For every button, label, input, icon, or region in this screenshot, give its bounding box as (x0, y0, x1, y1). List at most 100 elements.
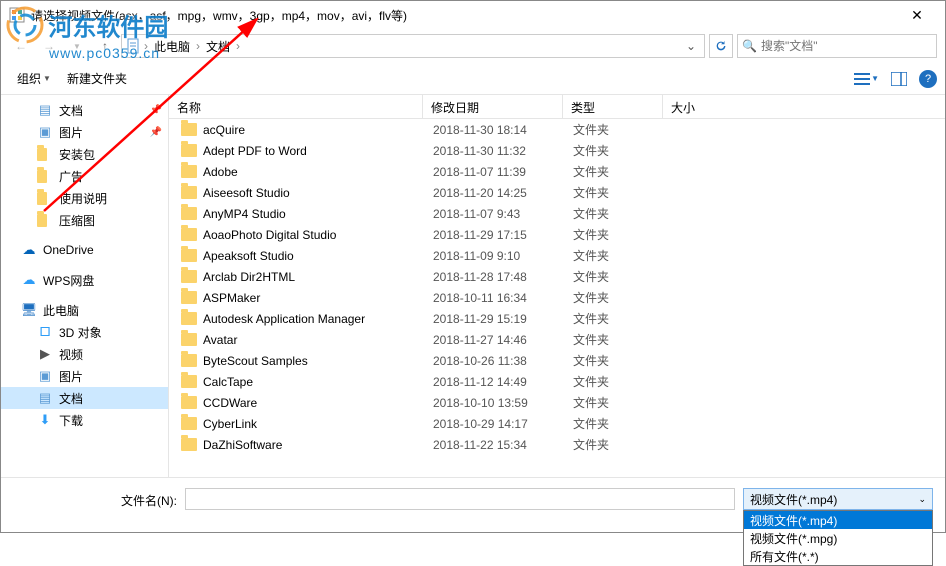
file-name: Adept PDF to Word (203, 144, 433, 158)
sidebar-item-pics[interactable]: ▣图片📌 (1, 121, 168, 143)
sidebar-item-video[interactable]: ▶视频 (1, 343, 168, 365)
filetype-option[interactable]: 视频文件(*.mpg) (744, 529, 932, 547)
file-date: 2018-10-26 11:38 (433, 354, 573, 368)
filename-input[interactable] (185, 488, 735, 510)
close-button[interactable]: ✕ (897, 3, 937, 27)
cloud-icon: ☁ (21, 242, 37, 258)
col-header-size[interactable]: 大小 (663, 95, 945, 118)
nav-back-button[interactable]: ← (9, 34, 33, 58)
sidebar-item-onedrive[interactable]: ☁OneDrive (1, 239, 168, 261)
filetype-option[interactable]: 所有文件(*.*) (744, 547, 932, 565)
file-row[interactable]: Aiseesoft Studio2018-11-20 14:25文件夹 (169, 182, 945, 203)
file-name: Avatar (203, 333, 433, 347)
file-type: 文件夹 (573, 121, 673, 138)
nav-up-button[interactable]: ↑ (93, 34, 117, 58)
file-row[interactable]: AnyMP4 Studio2018-11-07 9:43文件夹 (169, 203, 945, 224)
file-date: 2018-11-27 14:46 (433, 333, 573, 347)
breadcrumb-dropdown[interactable]: ⌄ (682, 39, 700, 53)
file-row[interactable]: CCDWare2018-10-10 13:59文件夹 (169, 392, 945, 413)
file-type: 文件夹 (573, 163, 673, 180)
file-list[interactable]: acQuire2018-11-30 18:14文件夹Adept PDF to W… (169, 119, 945, 477)
nav-forward-button[interactable]: → (37, 34, 61, 58)
new-folder-button[interactable]: 新建文件夹 (59, 66, 135, 91)
file-row[interactable]: acQuire2018-11-30 18:14文件夹 (169, 119, 945, 140)
search-icon: 🔍 (742, 39, 757, 53)
nav-recent-button[interactable]: ▼ (65, 34, 89, 58)
file-row[interactable]: Adept PDF to Word2018-11-30 11:32文件夹 (169, 140, 945, 161)
file-row[interactable]: Adobe2018-11-07 11:39文件夹 (169, 161, 945, 182)
file-row[interactable]: Apeaksoft Studio2018-11-09 9:10文件夹 (169, 245, 945, 266)
chevron-right-icon: › (196, 39, 200, 53)
file-row[interactable]: DaZhiSoftware2018-11-22 15:34文件夹 (169, 434, 945, 455)
sidebar-item-pkg[interactable]: 安装包 (1, 143, 168, 165)
file-row[interactable]: CalcTape2018-11-12 14:49文件夹 (169, 371, 945, 392)
filetype-dropdown[interactable]: 视频文件(*.mp4) 视频文件(*.mpg) 所有文件(*.*) (743, 510, 933, 566)
file-type: 文件夹 (573, 394, 673, 411)
view-options-button[interactable]: ▼ (848, 68, 885, 90)
file-type: 文件夹 (573, 436, 673, 453)
search-box[interactable]: 🔍 (737, 34, 937, 58)
breadcrumb-docs[interactable]: 文档 (202, 38, 234, 55)
file-date: 2018-10-29 14:17 (433, 417, 573, 431)
sidebar-item-docs2[interactable]: ▤文档 (1, 387, 168, 409)
file-type: 文件夹 (573, 268, 673, 285)
file-name: Autodesk Application Manager (203, 312, 433, 326)
refresh-icon (714, 39, 728, 53)
folder-icon (181, 165, 197, 178)
file-name: acQuire (203, 123, 433, 137)
file-name: AoaoPhoto Digital Studio (203, 228, 433, 242)
cube-icon: 🞐 (37, 324, 53, 340)
chevron-right-icon: › (144, 39, 148, 53)
file-type: 文件夹 (573, 142, 673, 159)
col-header-name[interactable]: 名称 (169, 95, 423, 118)
main-area: ▤文档📌 ▣图片📌 安装包 广告 使用说明 压缩图 ☁OneDrive ☁WPS… (1, 95, 945, 477)
chevron-right-icon: › (236, 39, 240, 53)
folder-icon (181, 312, 197, 325)
sidebar-item-3d[interactable]: 🞐3D 对象 (1, 321, 168, 343)
file-row[interactable]: Arclab Dir2HTML2018-11-28 17:48文件夹 (169, 266, 945, 287)
folder-icon (181, 333, 197, 346)
preview-pane-button[interactable] (885, 68, 913, 90)
filetype-option[interactable]: 视频文件(*.mp4) (744, 511, 932, 529)
file-date: 2018-11-28 17:48 (433, 270, 573, 284)
sidebar-item-manual[interactable]: 使用说明 (1, 187, 168, 209)
breadcrumb[interactable]: › 此电脑 › 文档 › ⌄ (121, 34, 705, 58)
file-date: 2018-11-30 18:14 (433, 123, 573, 137)
image-icon: ▣ (37, 368, 53, 384)
col-header-date[interactable]: 修改日期 (423, 95, 563, 118)
search-input[interactable] (761, 39, 932, 53)
file-row[interactable]: CyberLink2018-10-29 14:17文件夹 (169, 413, 945, 434)
folder-icon (181, 228, 197, 241)
pin-icon: 📌 (150, 127, 162, 138)
organize-button[interactable]: 组织▼ (9, 66, 59, 91)
breadcrumb-pc[interactable]: 此电脑 (150, 38, 194, 55)
file-row[interactable]: Avatar2018-11-27 14:46文件夹 (169, 329, 945, 350)
help-button[interactable]: ? (919, 70, 937, 88)
file-row[interactable]: AoaoPhoto Digital Studio2018-11-29 17:15… (169, 224, 945, 245)
sidebar-item-download[interactable]: ⬇下载 (1, 409, 168, 431)
folder-icon (181, 270, 197, 283)
sidebar-item-pics2[interactable]: ▣图片 (1, 365, 168, 387)
file-date: 2018-11-12 14:49 (433, 375, 573, 389)
sidebar-item-ads[interactable]: 广告 (1, 165, 168, 187)
folder-icon (37, 146, 53, 162)
file-date: 2018-10-10 13:59 (433, 396, 573, 410)
file-row[interactable]: ByteScout Samples2018-10-26 11:38文件夹 (169, 350, 945, 371)
navbar: ← → ▼ ↑ › 此电脑 › 文档 › ⌄ 🔍 (1, 29, 945, 63)
sidebar[interactable]: ▤文档📌 ▣图片📌 安装包 广告 使用说明 压缩图 ☁OneDrive ☁WPS… (1, 95, 169, 477)
sidebar-item-zip[interactable]: 压缩图 (1, 209, 168, 231)
pc-icon: 🖥 (21, 302, 37, 318)
sidebar-item-docs[interactable]: ▤文档📌 (1, 99, 168, 121)
file-type: 文件夹 (573, 247, 673, 264)
file-type: 文件夹 (573, 205, 673, 222)
file-name: AnyMP4 Studio (203, 207, 433, 221)
file-row[interactable]: ASPMaker2018-10-11 16:34文件夹 (169, 287, 945, 308)
filetype-select[interactable]: 视频文件(*.mp4) ⌄ (743, 488, 933, 510)
col-header-type[interactable]: 类型 (563, 95, 663, 118)
file-type: 文件夹 (573, 352, 673, 369)
file-row[interactable]: Autodesk Application Manager2018-11-29 1… (169, 308, 945, 329)
sidebar-item-wps[interactable]: ☁WPS网盘 (1, 269, 168, 291)
refresh-button[interactable] (709, 34, 733, 58)
folder-icon (37, 190, 53, 206)
sidebar-item-thispc[interactable]: 🖥此电脑 (1, 299, 168, 321)
